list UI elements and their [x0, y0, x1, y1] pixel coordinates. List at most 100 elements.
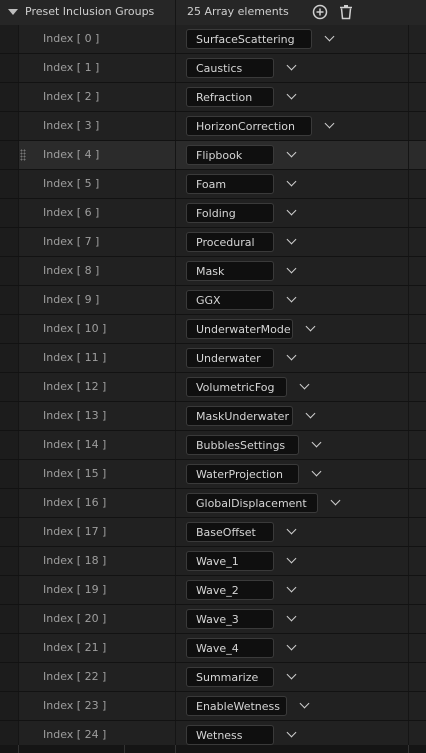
element-value-dropdown[interactable]: BaseOffset: [186, 522, 274, 542]
chevron-down-icon[interactable]: [286, 611, 297, 622]
row-gutter: [0, 518, 19, 546]
element-index-label: Index [ 19 ]: [43, 583, 107, 596]
element-value-dropdown[interactable]: VolumetricFog: [186, 377, 287, 397]
row-gutter: [0, 634, 19, 662]
element-value-dropdown[interactable]: Wave_3: [186, 609, 274, 629]
chevron-down-icon[interactable]: [286, 727, 297, 738]
chevron-down-icon[interactable]: [286, 669, 297, 680]
chevron-down-icon[interactable]: [305, 408, 316, 419]
element-value-dropdown[interactable]: WaterProjection: [186, 464, 299, 484]
element-index-label: Index [ 3 ]: [43, 119, 100, 132]
chevron-down-icon[interactable]: [286, 263, 297, 274]
element-value-dropdown[interactable]: BubblesSettings: [186, 435, 299, 455]
element-index-label: Index [ 7 ]: [43, 235, 100, 248]
element-value-dropdown[interactable]: Wave_1: [186, 551, 274, 571]
element-value-dropdown[interactable]: Wave_4: [186, 638, 274, 658]
element-value-dropdown[interactable]: Mask: [186, 261, 274, 281]
element-index-label: Index [ 22 ]: [43, 670, 107, 683]
element-value-dropdown[interactable]: Wave_2: [186, 580, 274, 600]
element-value-dropdown[interactable]: EnableWetness: [186, 696, 287, 716]
element-index-label: Index [ 16 ]: [43, 496, 107, 509]
chevron-down-icon[interactable]: [286, 176, 297, 187]
element-index-label: Index [ 13 ]: [43, 409, 107, 422]
element-index-label: Index [ 6 ]: [43, 206, 100, 219]
chevron-down-icon[interactable]: [286, 582, 297, 593]
chevron-down-icon[interactable]: [286, 234, 297, 245]
collapse-arrow-icon[interactable]: [8, 9, 18, 15]
element-index-label: Index [ 5 ]: [43, 177, 100, 190]
element-value-dropdown[interactable]: GGX: [186, 290, 274, 310]
element-value-dropdown[interactable]: Procedural: [186, 232, 274, 252]
chevron-down-icon[interactable]: [286, 60, 297, 71]
row-gutter: [0, 170, 19, 198]
row-gutter: [0, 315, 19, 343]
add-circle-icon[interactable]: [312, 4, 328, 20]
column-divider: [175, 605, 176, 633]
element-index-label: Index [ 14 ]: [43, 438, 107, 451]
array-element-row: Index [ 3 ] HorizonCorrection: [0, 112, 426, 141]
chevron-down-icon[interactable]: [311, 466, 322, 477]
chevron-down-icon[interactable]: [324, 118, 335, 129]
chevron-down-icon[interactable]: [286, 205, 297, 216]
row-gutter: [0, 547, 19, 575]
drag-handle-icon[interactable]: [20, 149, 26, 161]
column-divider: [408, 692, 409, 720]
array-header: Preset Inclusion Groups 25 Array element…: [0, 0, 426, 26]
row-gutter: [0, 402, 19, 430]
chevron-down-icon[interactable]: [286, 147, 297, 158]
chevron-down-icon[interactable]: [286, 292, 297, 303]
details-panel: Preset Inclusion Groups 25 Array element…: [0, 0, 426, 753]
chevron-down-icon[interactable]: [305, 321, 316, 332]
column-divider: [408, 83, 409, 111]
trash-icon[interactable]: [338, 4, 354, 20]
element-value-dropdown[interactable]: Flipbook: [186, 145, 274, 165]
element-value-dropdown[interactable]: GlobalDisplacement: [186, 493, 318, 513]
element-value-dropdown[interactable]: Caustics: [186, 58, 274, 78]
array-element-row: Index [ 15 ] WaterProjection: [0, 460, 426, 489]
element-value-dropdown[interactable]: MaskUnderwater: [186, 406, 293, 426]
chevron-down-icon[interactable]: [286, 350, 297, 361]
chevron-down-icon[interactable]: [286, 89, 297, 100]
array-element-row: Index [ 14 ] BubblesSettings: [0, 431, 426, 460]
column-divider: [175, 25, 176, 53]
column-divider: [175, 373, 176, 401]
array-element-row: Index [ 12 ] VolumetricFog: [0, 373, 426, 402]
column-divider: [408, 489, 409, 517]
column-divider: [408, 576, 409, 604]
element-value-dropdown[interactable]: Foam: [186, 174, 274, 194]
array-element-row: Index [ 5 ] Foam: [0, 170, 426, 199]
row-gutter: [0, 373, 19, 401]
column-divider: [408, 257, 409, 285]
property-title: Preset Inclusion Groups: [25, 5, 155, 18]
column-divider: [408, 315, 409, 343]
chevron-down-icon[interactable]: [311, 437, 322, 448]
element-value-dropdown[interactable]: SurfaceScattering: [186, 29, 312, 49]
array-element-row: Index [ 2 ] Refraction: [0, 83, 426, 112]
element-index-label: Index [ 1 ]: [43, 61, 100, 74]
element-value-dropdown[interactable]: HorizonCorrection: [186, 116, 312, 136]
element-value-dropdown[interactable]: UnderwaterMode: [186, 319, 293, 339]
row-gutter: [0, 663, 19, 691]
element-value-dropdown[interactable]: Folding: [186, 203, 274, 223]
element-index-label: Index [ 12 ]: [43, 380, 107, 393]
column-divider: [175, 431, 176, 459]
element-value-dropdown[interactable]: Wetness: [186, 725, 274, 745]
chevron-down-icon[interactable]: [299, 698, 310, 709]
element-value-dropdown[interactable]: Summarize: [186, 667, 274, 687]
element-value-dropdown[interactable]: Underwater: [186, 348, 274, 368]
row-gutter: [0, 199, 19, 227]
chevron-down-icon[interactable]: [286, 553, 297, 564]
array-element-list: Index [ 0 ] SurfaceScattering Index [ 1 ] C…: [0, 25, 426, 750]
chevron-down-icon[interactable]: [324, 31, 335, 42]
chevron-down-icon[interactable]: [286, 524, 297, 535]
column-divider: [408, 634, 409, 662]
row-gutter: [0, 228, 19, 256]
element-value-dropdown[interactable]: Refraction: [186, 87, 274, 107]
chevron-down-icon[interactable]: [286, 640, 297, 651]
chevron-down-icon[interactable]: [330, 495, 341, 506]
array-element-row: Index [ 10 ] UnderwaterMode: [0, 315, 426, 344]
column-divider: [408, 170, 409, 198]
chevron-down-icon[interactable]: [299, 379, 310, 390]
element-index-label: Index [ 21 ]: [43, 641, 107, 654]
array-element-row: Index [ 0 ] SurfaceScattering: [0, 25, 426, 54]
